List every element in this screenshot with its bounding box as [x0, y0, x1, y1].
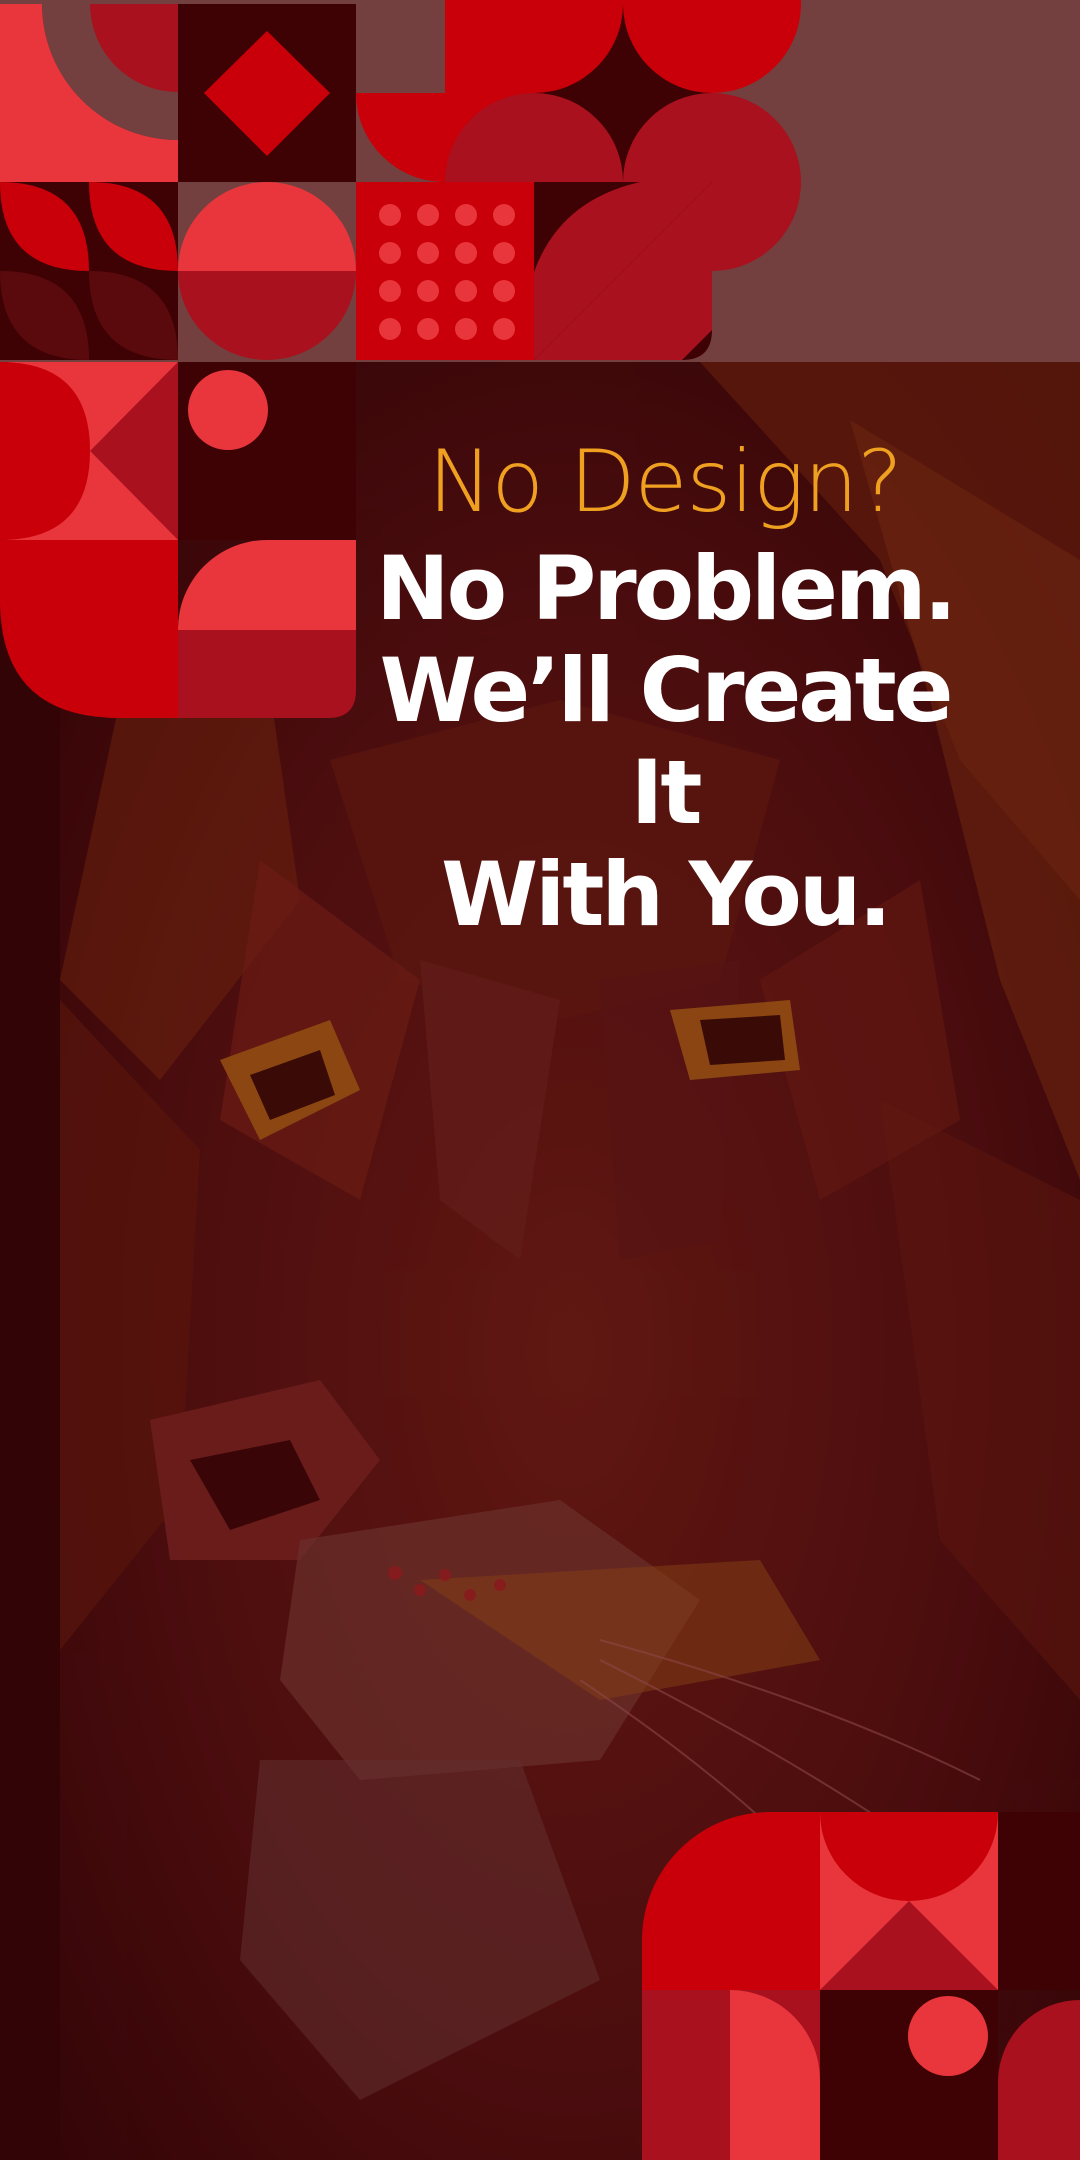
left-geometric-block [0, 362, 356, 718]
top-geometric-mosaic [0, 0, 801, 360]
poster: No Design? No Problem. We’ll Create It W… [0, 0, 1080, 2160]
bottom-right-geometric-block [642, 1812, 1080, 2160]
headline-line-1: No Problem. [375, 537, 957, 640]
headline-line-4: With You. [441, 843, 892, 946]
lion-background-art [0, 0, 1080, 2160]
headline-line-3: It [630, 741, 703, 844]
headline-accent: No Design? [428, 432, 903, 532]
headline-line-2: We’ll Create [379, 639, 954, 742]
headline: No Design? No Problem. We’ll Create It W… [355, 432, 975, 946]
